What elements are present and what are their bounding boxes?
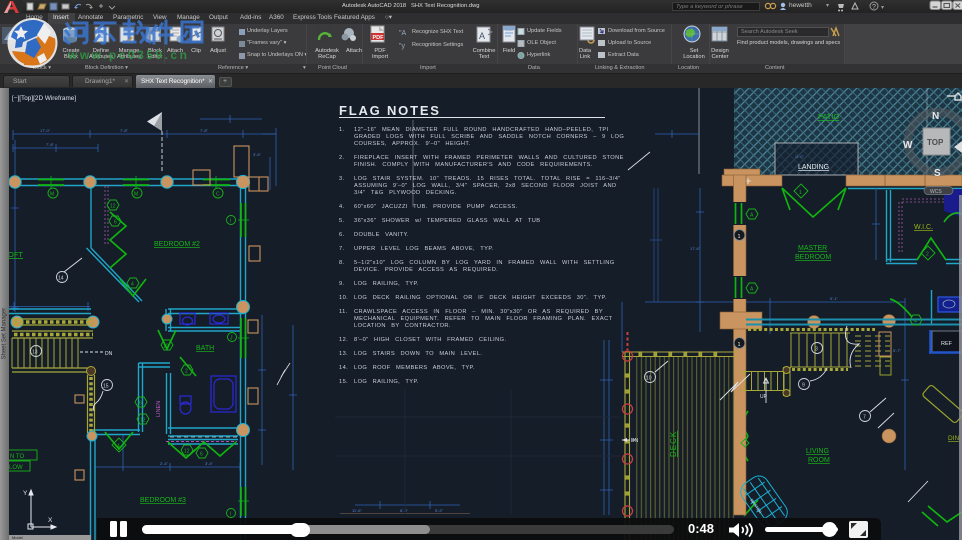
svg-text:W: W [903, 140, 913, 151]
svg-text:N TO: N TO [10, 454, 24, 460]
svg-text:11'-0": 11'-0" [795, 155, 804, 159]
svg-text:5'-7": 5'-7" [893, 348, 902, 353]
svg-text:17'-0": 17'-0" [40, 128, 51, 133]
svg-text:15: 15 [103, 384, 109, 390]
svg-text:DIN: DIN [948, 435, 960, 442]
svg-text:J: J [230, 336, 233, 342]
svg-text:"y: "y [399, 43, 405, 50]
svg-text:DECK: DECK [669, 431, 678, 457]
svg-text:"A: "A [399, 30, 406, 37]
svg-text:DN: DN [105, 351, 113, 357]
svg-text:N: N [932, 111, 939, 122]
svg-text:17'-6": 17'-6" [690, 246, 701, 251]
svg-text:X: X [48, 517, 53, 524]
svg-text:TOP: TOP [927, 138, 944, 147]
svg-text:PDF: PDF [373, 35, 385, 41]
svg-text:7'-8": 7'-8" [120, 128, 129, 133]
svg-text:3'-6": 3'-6" [253, 152, 262, 157]
svg-text:LANDING: LANDING [798, 164, 829, 171]
svg-text:BATH: BATH [196, 345, 214, 352]
svg-text:I: I [230, 219, 231, 225]
svg-text:A: A [750, 213, 754, 219]
svg-text:BEDROOM #2: BEDROOM #2 [154, 241, 200, 248]
svg-text:2: 2 [926, 252, 929, 258]
svg-text:12: 12 [140, 418, 146, 424]
svg-text:5'-2": 5'-2" [435, 508, 444, 513]
svg-text:1: 1 [799, 190, 802, 196]
svg-text:6: 6 [139, 401, 142, 407]
svg-text:13: 13 [32, 350, 38, 356]
svg-text:A: A [750, 287, 754, 293]
svg-text:7'-8": 7'-8" [46, 142, 55, 147]
svg-text:12: 12 [184, 449, 190, 455]
svg-text:PATIO: PATIO [818, 112, 840, 121]
svg-text:2: 2 [185, 369, 188, 375]
svg-text:7'-8": 7'-8" [200, 128, 209, 133]
svg-text:LINEN: LINEN [156, 401, 162, 417]
svg-text:14: 14 [58, 276, 64, 282]
svg-text:M: M [50, 192, 54, 198]
svg-text:4: 4 [914, 319, 917, 325]
svg-text:BEDROOM #3: BEDROOM #3 [140, 497, 186, 504]
svg-text:10: 10 [646, 376, 652, 382]
svg-text:[−][Top][2D Wireframe]: [−][Top][2D Wireframe] [12, 95, 76, 102]
svg-text:W.I.C.: W.I.C. [914, 224, 933, 231]
svg-text:6: 6 [114, 220, 117, 226]
svg-text:11'-6": 11'-6" [352, 508, 362, 513]
svg-text:MASTER: MASTER [798, 245, 827, 252]
svg-text:C: C [216, 192, 220, 198]
svg-text:MASTER: MASTER [749, 498, 763, 515]
svg-text:REF: REF [941, 341, 953, 347]
svg-text:7: 7 [863, 415, 866, 421]
svg-text:4: 4 [117, 444, 120, 450]
svg-text:10: 10 [163, 344, 169, 350]
svg-text:9: 9 [802, 383, 805, 389]
svg-text:WCS: WCS [930, 189, 942, 195]
svg-text:1: 1 [738, 342, 741, 348]
svg-text:M: M [134, 192, 138, 198]
svg-text:1: 1 [738, 234, 741, 240]
svg-text:12: 12 [110, 204, 116, 210]
svg-text:?: ? [872, 4, 876, 11]
svg-text:ROOM: ROOM [808, 457, 830, 464]
svg-text:I: I [230, 512, 231, 518]
svg-text:OFT: OFT [8, 250, 23, 259]
svg-text:▾: ▾ [881, 5, 884, 11]
svg-text:LOW: LOW [9, 465, 23, 471]
svg-text:UP: UP [760, 394, 768, 400]
svg-text:6: 6 [200, 452, 203, 458]
svg-text:LIVING: LIVING [806, 448, 829, 455]
svg-text:A: A [479, 31, 485, 41]
svg-text:BEDROOM: BEDROOM [795, 254, 831, 261]
svg-text:8'-0": 8'-0" [400, 508, 409, 513]
svg-text:S: S [934, 168, 941, 179]
svg-text:4: 4 [131, 282, 134, 288]
svg-text:5'-1": 5'-1" [830, 296, 839, 301]
svg-text:3: 3 [815, 347, 818, 353]
svg-text:2'-4": 2'-4" [160, 461, 169, 466]
svg-text:Y: Y [23, 490, 28, 497]
svg-text:DN: DN [631, 438, 639, 444]
svg-text:3'-4": 3'-4" [205, 461, 214, 466]
